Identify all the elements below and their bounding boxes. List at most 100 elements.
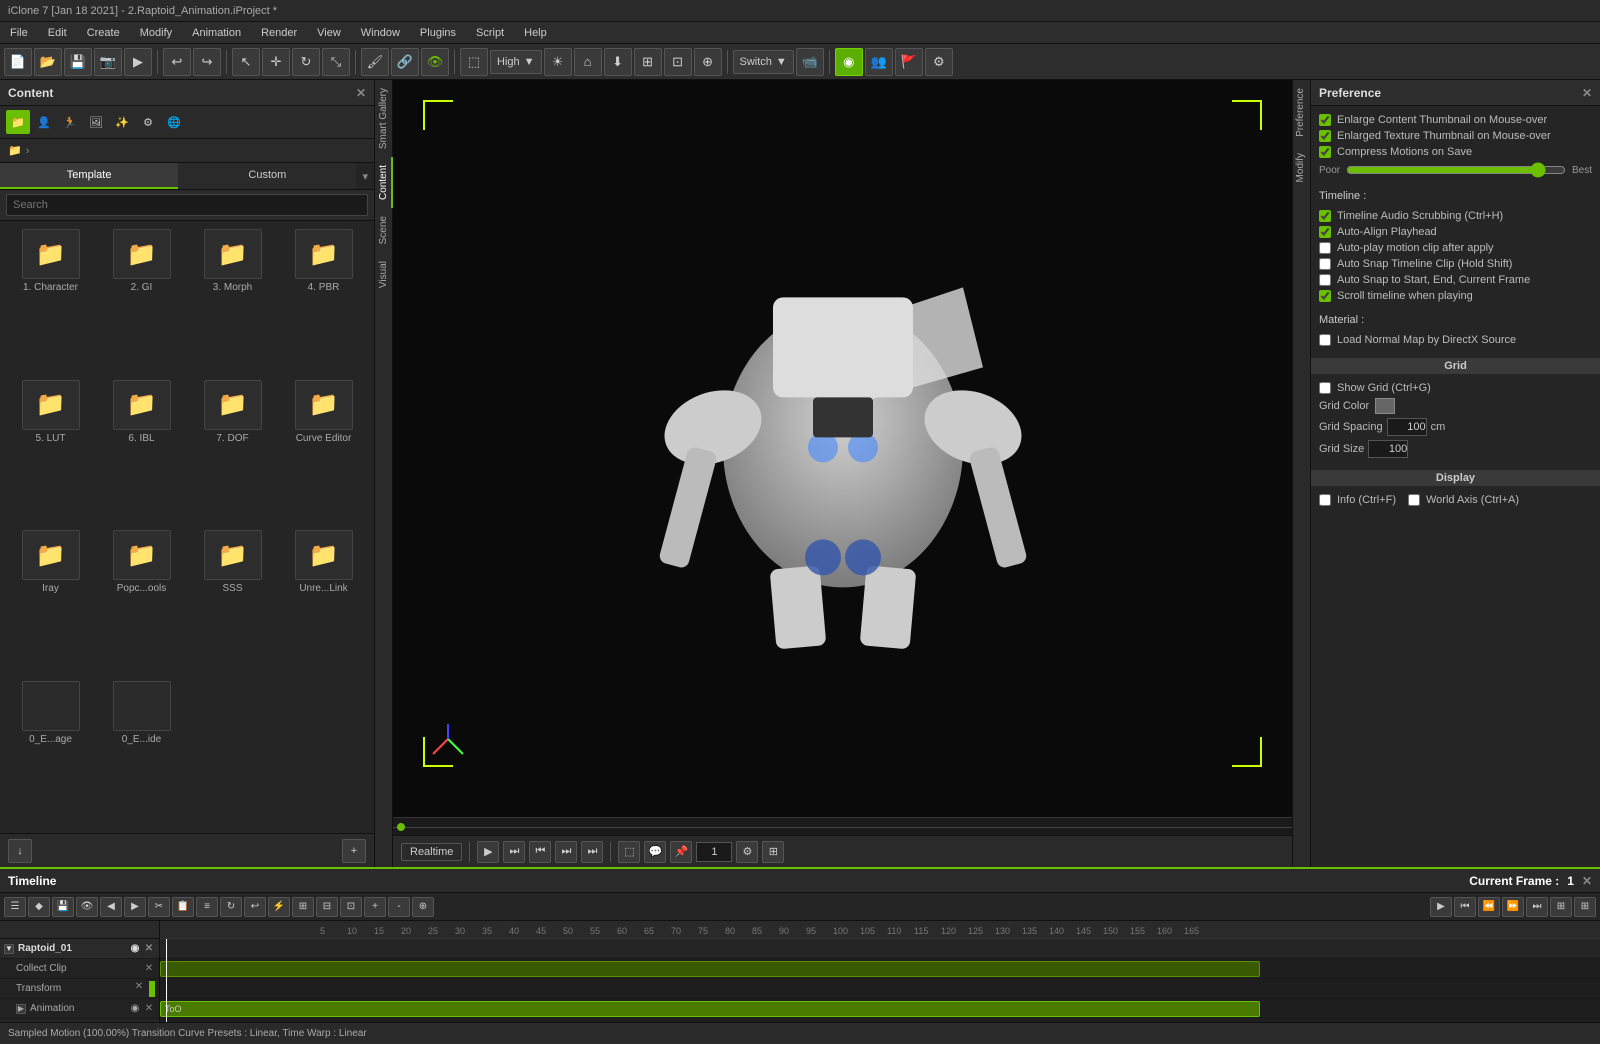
save-button[interactable]: 💾 <box>64 48 92 76</box>
realtime-button[interactable]: Realtime <box>401 843 462 861</box>
compress-motions-checkbox[interactable] <box>1319 146 1331 158</box>
list-item[interactable]: 0_E...age <box>8 681 93 826</box>
render-button[interactable]: ▶ <box>124 48 152 76</box>
home-button[interactable]: ⌂ <box>574 48 602 76</box>
show-grid-checkbox[interactable] <box>1319 382 1331 394</box>
track-close-btn[interactable]: ✕ <box>143 943 155 955</box>
tl-frame-btn[interactable]: ⊞ <box>1550 897 1572 917</box>
list-item[interactable]: 📁 SSS <box>190 530 275 675</box>
vp-scrubber[interactable] <box>393 817 1292 835</box>
list-item[interactable]: 📁 Iray <box>8 530 93 675</box>
enlarge-content-checkbox[interactable] <box>1319 114 1331 126</box>
open-button[interactable]: 📂 <box>34 48 62 76</box>
add-button[interactable]: + <box>342 839 366 863</box>
tl-compress-btn[interactable]: ⊞ <box>292 897 314 917</box>
menu-render[interactable]: Render <box>251 22 307 43</box>
tl-fit-btn[interactable]: ⊡ <box>340 897 362 917</box>
last-frame-button[interactable]: ⏭ <box>581 841 603 863</box>
pin-button[interactable]: 📌 <box>670 841 692 863</box>
tl-sidebar-btn[interactable]: ⊞ <box>1574 897 1596 917</box>
speech-button[interactable]: 💬 <box>644 841 666 863</box>
auto-snap-frame-checkbox[interactable] <box>1319 274 1331 286</box>
tl-paste-btn[interactable]: 📋 <box>172 897 194 917</box>
person-icon[interactable]: 👤 <box>32 110 56 134</box>
tl-zoom-out-btn[interactable]: - <box>388 897 410 917</box>
custom-tab[interactable]: Custom <box>178 163 356 189</box>
tl-back-btn[interactable]: ⏪ <box>1478 897 1500 917</box>
grid-view-button[interactable]: ⊞ <box>762 841 784 863</box>
track-vis-btn[interactable]: ◉ <box>129 943 141 955</box>
grid-button[interactable]: ⊡ <box>664 48 692 76</box>
brush-button[interactable]: 🖌 <box>361 48 389 76</box>
list-item[interactable]: 📁 3. Morph <box>190 229 275 374</box>
list-item[interactable]: 📁 Popc...ools <box>99 530 184 675</box>
quality-dropdown[interactable]: High ▼ <box>490 50 542 74</box>
smart-gallery-tab[interactable]: Smart Gallery <box>375 80 393 157</box>
settings-btn[interactable]: ⚙ <box>736 841 758 863</box>
search-input[interactable] <box>6 194 368 216</box>
list-item[interactable]: 📁 6. IBL <box>99 380 184 525</box>
tl-reverse-btn[interactable]: ↩ <box>244 897 266 917</box>
menu-animation[interactable]: Animation <box>182 22 251 43</box>
new-button[interactable]: 📄 <box>4 48 32 76</box>
redo-button[interactable]: ↪ <box>193 48 221 76</box>
settings-icon[interactable]: ⚙ <box>136 110 160 134</box>
axes-button[interactable]: ⊕ <box>694 48 722 76</box>
tl-cut-btn[interactable]: ✂ <box>148 897 170 917</box>
list-item[interactable]: 📁 1. Character <box>8 229 93 374</box>
tab-expand-icon[interactable]: ▾ <box>356 163 374 189</box>
visual-tab[interactable]: Visual <box>375 253 393 296</box>
select-button[interactable]: ↖ <box>232 48 260 76</box>
info-checkbox[interactable] <box>1319 494 1331 506</box>
eye-button[interactable]: 👁 <box>421 48 449 76</box>
next-frame-button[interactable]: ⏭ <box>555 841 577 863</box>
tl-snap-btn[interactable]: ⊕ <box>412 897 434 917</box>
template-tab[interactable]: Template <box>0 163 178 189</box>
menu-window[interactable]: Window <box>351 22 410 43</box>
scrubber-thumb[interactable] <box>397 823 405 831</box>
tl-fwd-btn[interactable]: ⏩ <box>1502 897 1524 917</box>
menu-script[interactable]: Script <box>466 22 514 43</box>
tl-play-btn[interactable]: ▶ <box>1430 897 1452 917</box>
list-item[interactable]: 📁 7. DOF <box>190 380 275 525</box>
playhead[interactable] <box>166 939 167 1022</box>
down-arrow-button[interactable]: ↓ <box>8 839 32 863</box>
audio-scrubbing-checkbox[interactable] <box>1319 210 1331 222</box>
folder-icon[interactable]: 📁 <box>6 110 30 134</box>
people-btn[interactable]: 👥 <box>865 48 893 76</box>
track-close-btn[interactable]: ✕ <box>133 981 145 993</box>
preference-side-tab[interactable]: Preference <box>1293 80 1310 145</box>
scale-button[interactable]: ⤡ <box>322 48 350 76</box>
motion-icon[interactable]: 🏃 <box>58 110 82 134</box>
rotate-button[interactable]: ↻ <box>292 48 320 76</box>
expand-button[interactable]: ⊞ <box>634 48 662 76</box>
scroll-timeline-checkbox[interactable] <box>1319 290 1331 302</box>
flag-btn[interactable]: 🚩 <box>895 48 923 76</box>
switch-dropdown[interactable]: Switch ▼ <box>733 50 794 74</box>
cam-button[interactable]: 📹 <box>796 48 824 76</box>
list-item[interactable]: 0_E...ide <box>99 681 184 826</box>
list-item[interactable]: 📁 5. LUT <box>8 380 93 525</box>
track-clip[interactable] <box>160 961 1260 977</box>
tl-arrow-r-btn[interactable]: ▶ <box>124 897 146 917</box>
menu-file[interactable]: File <box>0 22 38 43</box>
menu-help[interactable]: Help <box>514 22 557 43</box>
normal-map-checkbox[interactable] <box>1319 334 1331 346</box>
tl-arrow-l-btn[interactable]: ◀ <box>100 897 122 917</box>
track-clip-animation[interactable]: ToO <box>160 1001 1260 1017</box>
quality-slider[interactable] <box>1346 162 1566 178</box>
grid-spacing-input[interactable] <box>1387 418 1427 436</box>
play-button[interactable]: ▶ <box>477 841 499 863</box>
menu-plugins[interactable]: Plugins <box>410 22 466 43</box>
snapshot-button[interactable]: 📷 <box>94 48 122 76</box>
enlarge-texture-checkbox[interactable] <box>1319 130 1331 142</box>
frame-number-input[interactable]: 1 <box>696 842 732 862</box>
tl-end-btn[interactable]: ⏭ <box>1526 897 1548 917</box>
auto-align-checkbox[interactable] <box>1319 226 1331 238</box>
list-item[interactable]: 📁 Curve Editor <box>281 380 366 525</box>
tl-expand-btn[interactable]: ⊟ <box>316 897 338 917</box>
menu-edit[interactable]: Edit <box>38 22 77 43</box>
iclone-icon[interactable]: ◉ <box>835 48 863 76</box>
tl-speed-btn[interactable]: ⚡ <box>268 897 290 917</box>
move-button[interactable]: ✛ <box>262 48 290 76</box>
